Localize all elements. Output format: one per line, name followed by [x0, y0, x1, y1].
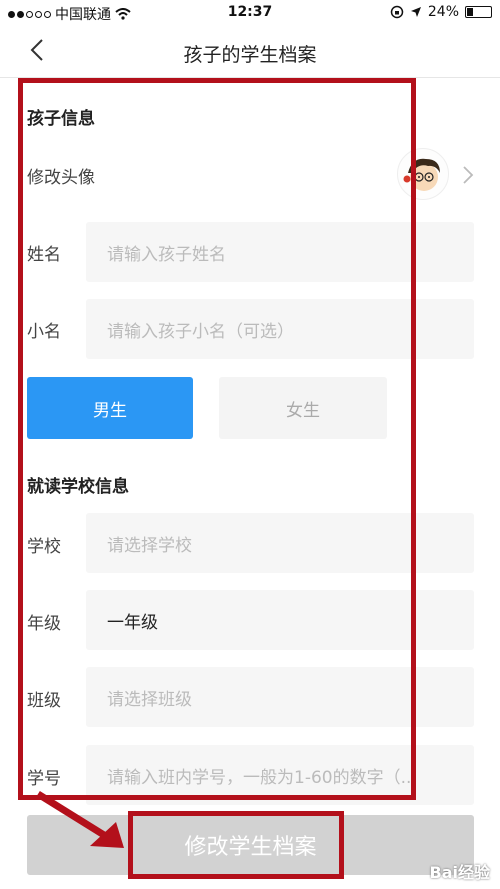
location-arrow-icon — [410, 7, 421, 17]
name-input[interactable]: 请输入孩子姓名 — [86, 222, 474, 282]
grade-label: 年级 — [27, 614, 61, 634]
watermark: Bai经验 — [429, 863, 490, 882]
submit-button[interactable]: 修改学生档案 — [27, 815, 474, 875]
battery-percent: 24% — [427, 4, 459, 20]
rotation-lock-icon — [390, 5, 404, 19]
school-info-heading: 就读学校信息 — [27, 477, 129, 497]
child-info-heading: 孩子信息 — [27, 109, 95, 129]
page-title: 孩子的学生档案 — [183, 44, 317, 66]
status-bar: 中国联通 12:37 24% — [0, 0, 500, 26]
class-select[interactable]: 请选择班级 — [86, 667, 474, 727]
status-right: 24% — [390, 4, 492, 20]
cartoon-avatar-icon[interactable] — [397, 148, 449, 200]
nickname-input[interactable]: 请输入孩子小名（可选） — [86, 299, 474, 359]
nickname-label: 小名 — [27, 322, 61, 342]
school-label: 学校 — [27, 537, 61, 557]
gender-female-button[interactable]: 女生 — [219, 377, 387, 439]
gender-male-button[interactable]: 男生 — [27, 377, 193, 439]
chevron-right-icon — [463, 166, 474, 184]
school-select[interactable]: 请选择学校 — [86, 513, 474, 573]
grade-select[interactable]: 一年级 — [86, 590, 474, 650]
name-label: 姓名 — [27, 245, 61, 265]
battery-icon — [465, 6, 492, 18]
avatar-label[interactable]: 修改头像 — [27, 163, 95, 188]
student-number-input[interactable]: 请输入班内学号，一般为1-60的数字（... — [86, 745, 474, 805]
student-number-label: 学号 — [27, 769, 61, 789]
class-label: 班级 — [27, 691, 61, 711]
nav-bar: 孩子的学生档案 — [0, 26, 500, 78]
